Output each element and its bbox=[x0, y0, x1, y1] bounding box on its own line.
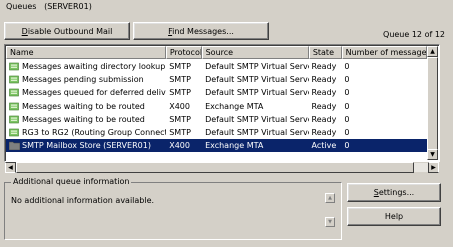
disable-outbound-mail-button[interactable]: Disable Outbound Mail bbox=[4, 22, 130, 40]
help-label: Help bbox=[384, 212, 404, 221]
row-name-text: SMTP Mailbox Store (SERVER01) bbox=[22, 141, 151, 151]
row-name-text: Messages queued for deferred delivery bbox=[22, 88, 167, 98]
table-row[interactable]: RG3 to RG2 (Routing Group Connector) SMTP… bbox=[6, 126, 427, 139]
queue-icon bbox=[9, 88, 20, 97]
column-header-number-of-messages[interactable]: Number of messages bbox=[341, 46, 427, 59]
row-state: Ready bbox=[311, 88, 337, 98]
queue-rows: Messages awaiting directory lookup SMTP De… bbox=[6, 60, 427, 153]
row-source: Default SMTP Virtual Server bbox=[205, 88, 309, 98]
table-row[interactable]: Messages pending submission SMTP Default S… bbox=[6, 73, 427, 86]
row-protocol: X400 bbox=[169, 141, 190, 151]
window-title: Queues (SERVER01) bbox=[6, 2, 92, 11]
table-row[interactable]: Messages awaiting directory lookup SMTP De… bbox=[6, 60, 427, 73]
row-count: 0 bbox=[344, 141, 350, 151]
row-protocol: SMTP bbox=[169, 75, 191, 85]
settings-label: Settings... bbox=[373, 188, 415, 197]
queue-icon bbox=[9, 102, 20, 111]
table-row[interactable]: Messages waiting to be routed SMTP Default… bbox=[6, 113, 427, 126]
disable-outbound-mail-label: Disable Outbound Mail bbox=[21, 26, 113, 36]
queue-icon bbox=[9, 62, 20, 71]
queue-list-header: Name Protocol Source State Number of mes… bbox=[6, 46, 427, 59]
column-header-state[interactable]: State bbox=[308, 46, 342, 59]
row-state: Ready bbox=[311, 101, 337, 111]
queue-icon bbox=[9, 115, 20, 124]
additional-queue-info-title: Additional queue information bbox=[11, 177, 132, 186]
horizontal-scrollbar[interactable]: ▲ ▲ bbox=[4, 162, 440, 173]
table-row[interactable]: SMTP Mailbox Store (SERVER01) X400 Exchang… bbox=[6, 139, 427, 153]
row-state: Ready bbox=[311, 114, 337, 124]
row-name: SMTP Mailbox Store (SERVER01) bbox=[6, 141, 166, 151]
find-messages-button[interactable]: Find Messages... bbox=[133, 22, 269, 40]
row-count: 0 bbox=[344, 101, 350, 111]
row-name: Messages waiting to be routed bbox=[6, 115, 166, 124]
row-state: Active bbox=[311, 141, 337, 151]
row-name-text: Messages waiting to be routed bbox=[22, 114, 145, 124]
horizontal-scroll-thumb[interactable] bbox=[16, 162, 414, 173]
row-count: 0 bbox=[344, 88, 350, 98]
row-name-text: Messages pending submission bbox=[22, 75, 144, 85]
column-header-source[interactable]: Source bbox=[201, 46, 309, 59]
row-count: 0 bbox=[344, 114, 350, 124]
row-name: Messages queued for deferred delivery bbox=[6, 88, 166, 97]
row-state: Ready bbox=[311, 75, 337, 85]
settings-button[interactable]: Settings... bbox=[347, 183, 441, 202]
row-name: Messages awaiting directory lookup bbox=[6, 62, 166, 71]
row-count: 0 bbox=[344, 62, 350, 72]
row-name: Messages pending submission bbox=[6, 75, 166, 84]
row-source: Default SMTP Virtual Server bbox=[205, 114, 309, 124]
row-source: Default SMTP Virtual Server bbox=[205, 62, 309, 72]
row-source: Default SMTP Virtual Server bbox=[205, 128, 309, 138]
column-header-name[interactable]: Name bbox=[6, 46, 166, 59]
scroll-up-arrow-icon[interactable]: ▲ bbox=[427, 46, 438, 57]
row-count: 0 bbox=[344, 128, 350, 138]
info-scroll-up-icon[interactable]: ▲ bbox=[325, 193, 335, 203]
row-protocol: SMTP bbox=[169, 114, 191, 124]
row-name: RG3 to RG2 (Routing Group Connector) bbox=[6, 128, 166, 137]
scroll-right-arrow-icon[interactable]: ▲ bbox=[428, 162, 439, 173]
find-messages-label: Find Messages... bbox=[168, 26, 234, 36]
queue-icon bbox=[9, 75, 20, 84]
folder-icon bbox=[8, 141, 21, 151]
row-name-text: Messages awaiting directory lookup bbox=[22, 62, 166, 72]
row-protocol: SMTP bbox=[169, 88, 191, 98]
scroll-down-arrow-icon[interactable]: ▼ bbox=[427, 149, 438, 160]
queue-icon bbox=[9, 128, 20, 137]
row-protocol: SMTP bbox=[169, 62, 191, 72]
vertical-scrollbar[interactable]: ▲ ▼ bbox=[427, 46, 438, 160]
row-name-text: Messages waiting to be routed bbox=[22, 101, 145, 111]
help-button[interactable]: Help bbox=[347, 207, 441, 226]
row-name-text: RG3 to RG2 (Routing Group Connector) bbox=[22, 128, 167, 138]
row-name: Messages waiting to be routed bbox=[6, 102, 166, 111]
info-scroll-down-icon[interactable]: ▼ bbox=[325, 217, 335, 227]
row-source: Default SMTP Virtual Server bbox=[205, 75, 309, 85]
column-header-protocol[interactable]: Protocol bbox=[165, 46, 202, 59]
row-protocol: SMTP bbox=[169, 128, 191, 138]
queue-count: Queue 12 of 12 bbox=[383, 30, 445, 39]
row-state: Ready bbox=[311, 128, 337, 138]
table-row[interactable]: Messages waiting to be routed X400 Exchang… bbox=[6, 100, 427, 113]
table-row[interactable]: Messages queued for deferred delivery SMT… bbox=[6, 86, 427, 99]
additional-queue-info-text: No additional information available. bbox=[11, 196, 155, 205]
row-source: Exchange MTA bbox=[205, 101, 264, 111]
additional-queue-info-group: Additional queue information No addition… bbox=[4, 177, 342, 240]
scroll-thumb[interactable] bbox=[427, 57, 438, 151]
row-count: 0 bbox=[344, 75, 350, 85]
row-protocol: X400 bbox=[169, 101, 190, 111]
row-source: Exchange MTA bbox=[205, 141, 264, 151]
row-state: Ready bbox=[311, 62, 337, 72]
scroll-left-arrow-icon[interactable]: ▲ bbox=[5, 162, 16, 173]
queue-list[interactable]: Name Protocol Source State Number of mes… bbox=[4, 44, 440, 162]
